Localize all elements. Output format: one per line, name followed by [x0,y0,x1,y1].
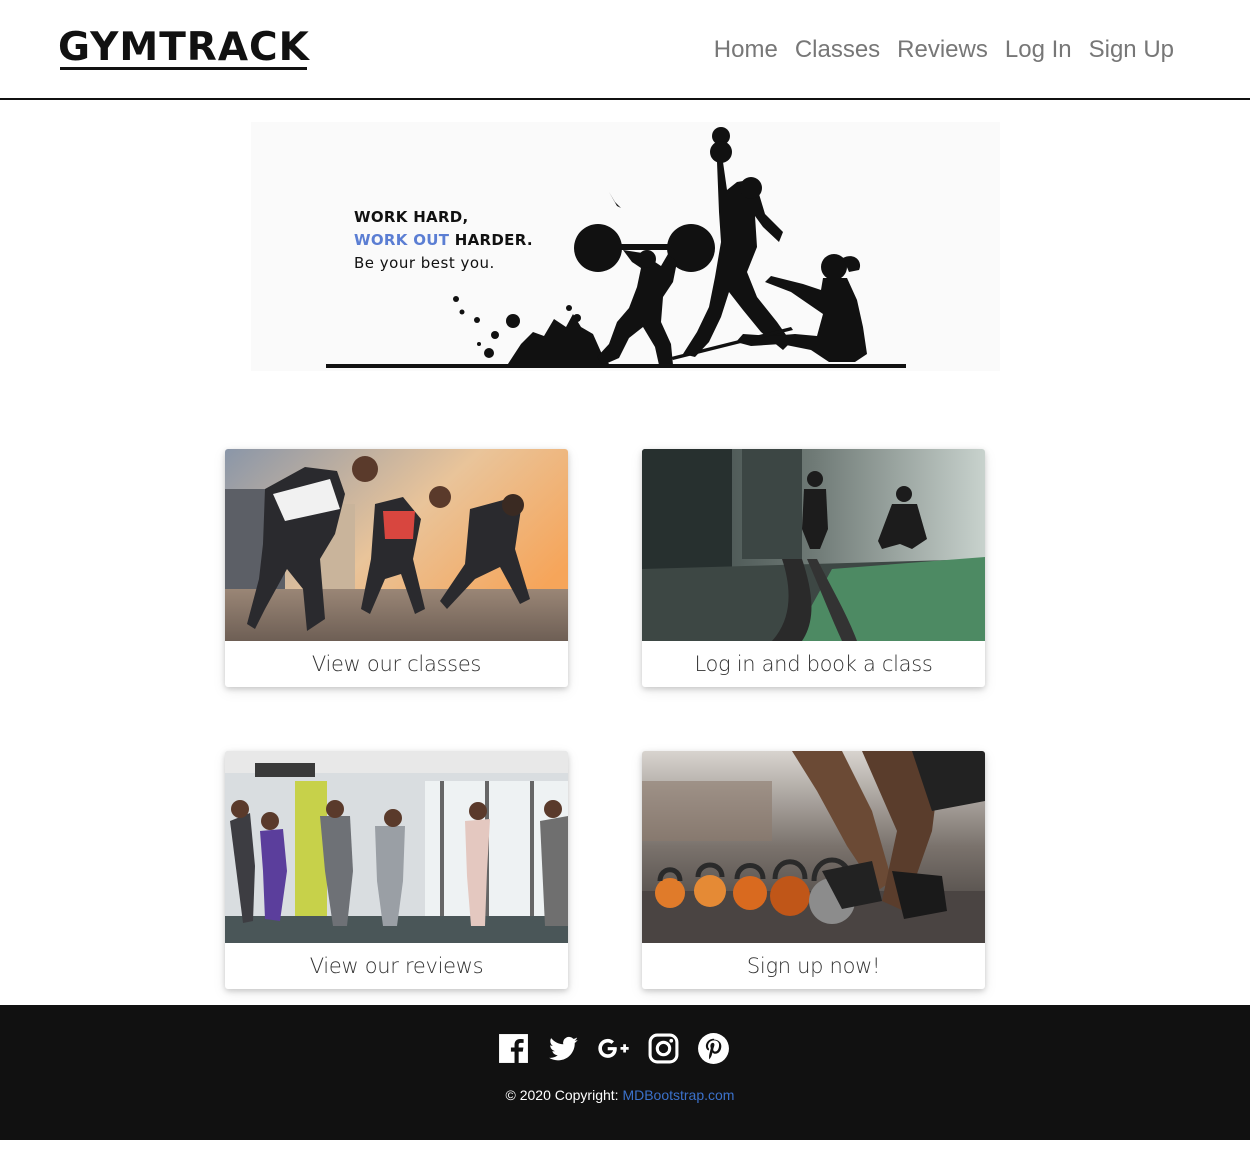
copyright-prefix: © 2020 Copyright: [505,1087,623,1103]
battle-ropes-photo [642,449,985,641]
copyright-link[interactable]: MDBootstrap.com [622,1087,734,1103]
outdoor-training-photo [225,449,568,641]
gym-class-photo [225,751,568,943]
pinterest-icon[interactable] [697,1032,730,1065]
nav-classes[interactable]: Classes [795,34,880,66]
kettlebells-photo [642,751,985,943]
brand-logo[interactable]: GYMTRACK [58,26,310,70]
slogan-line-2: WORK OUT HARDER. [354,229,533,252]
twitter-icon[interactable] [547,1032,580,1065]
site-footer: © 2020 Copyright: MDBootstrap.com [0,1005,1250,1140]
main-nav: Home Classes Reviews Log In Sign Up [714,34,1174,66]
card-label[interactable]: View our classes [225,641,568,687]
card-view-classes[interactable]: View our classes [225,449,568,687]
hero-banner: WORK HARD, WORK OUT HARDER. Be your best… [251,122,1000,371]
nav-signup[interactable]: Sign Up [1089,34,1174,66]
banner-slogan: WORK HARD, WORK OUT HARDER. Be your best… [354,206,533,275]
slogan-accent: WORK OUT [354,231,450,249]
social-links [497,1032,730,1065]
card-label[interactable]: Log in and book a class [642,641,985,687]
card-label[interactable]: Sign up now! [642,943,985,989]
nav-login[interactable]: Log In [1005,34,1072,66]
card-view-reviews[interactable]: View our reviews [225,751,568,989]
nav-home[interactable]: Home [714,34,778,66]
copyright-text: © 2020 Copyright: MDBootstrap.com [0,1087,1240,1103]
brand-underline [60,67,307,70]
google-plus-icon[interactable] [597,1032,630,1065]
slogan-line-3: Be your best you. [354,254,495,272]
nav-reviews[interactable]: Reviews [897,34,988,66]
card-sign-up[interactable]: Sign up now! [642,751,985,989]
card-label[interactable]: View our reviews [225,943,568,989]
card-login-book[interactable]: Log in and book a class [642,449,985,687]
slogan-line-2-rest: HARDER. [449,231,533,249]
site-header: GYMTRACK Home Classes Reviews Log In Sig… [0,0,1250,100]
instagram-icon[interactable] [647,1032,680,1065]
facebook-icon[interactable] [497,1032,530,1065]
slogan-line-1: WORK HARD, [354,208,469,226]
